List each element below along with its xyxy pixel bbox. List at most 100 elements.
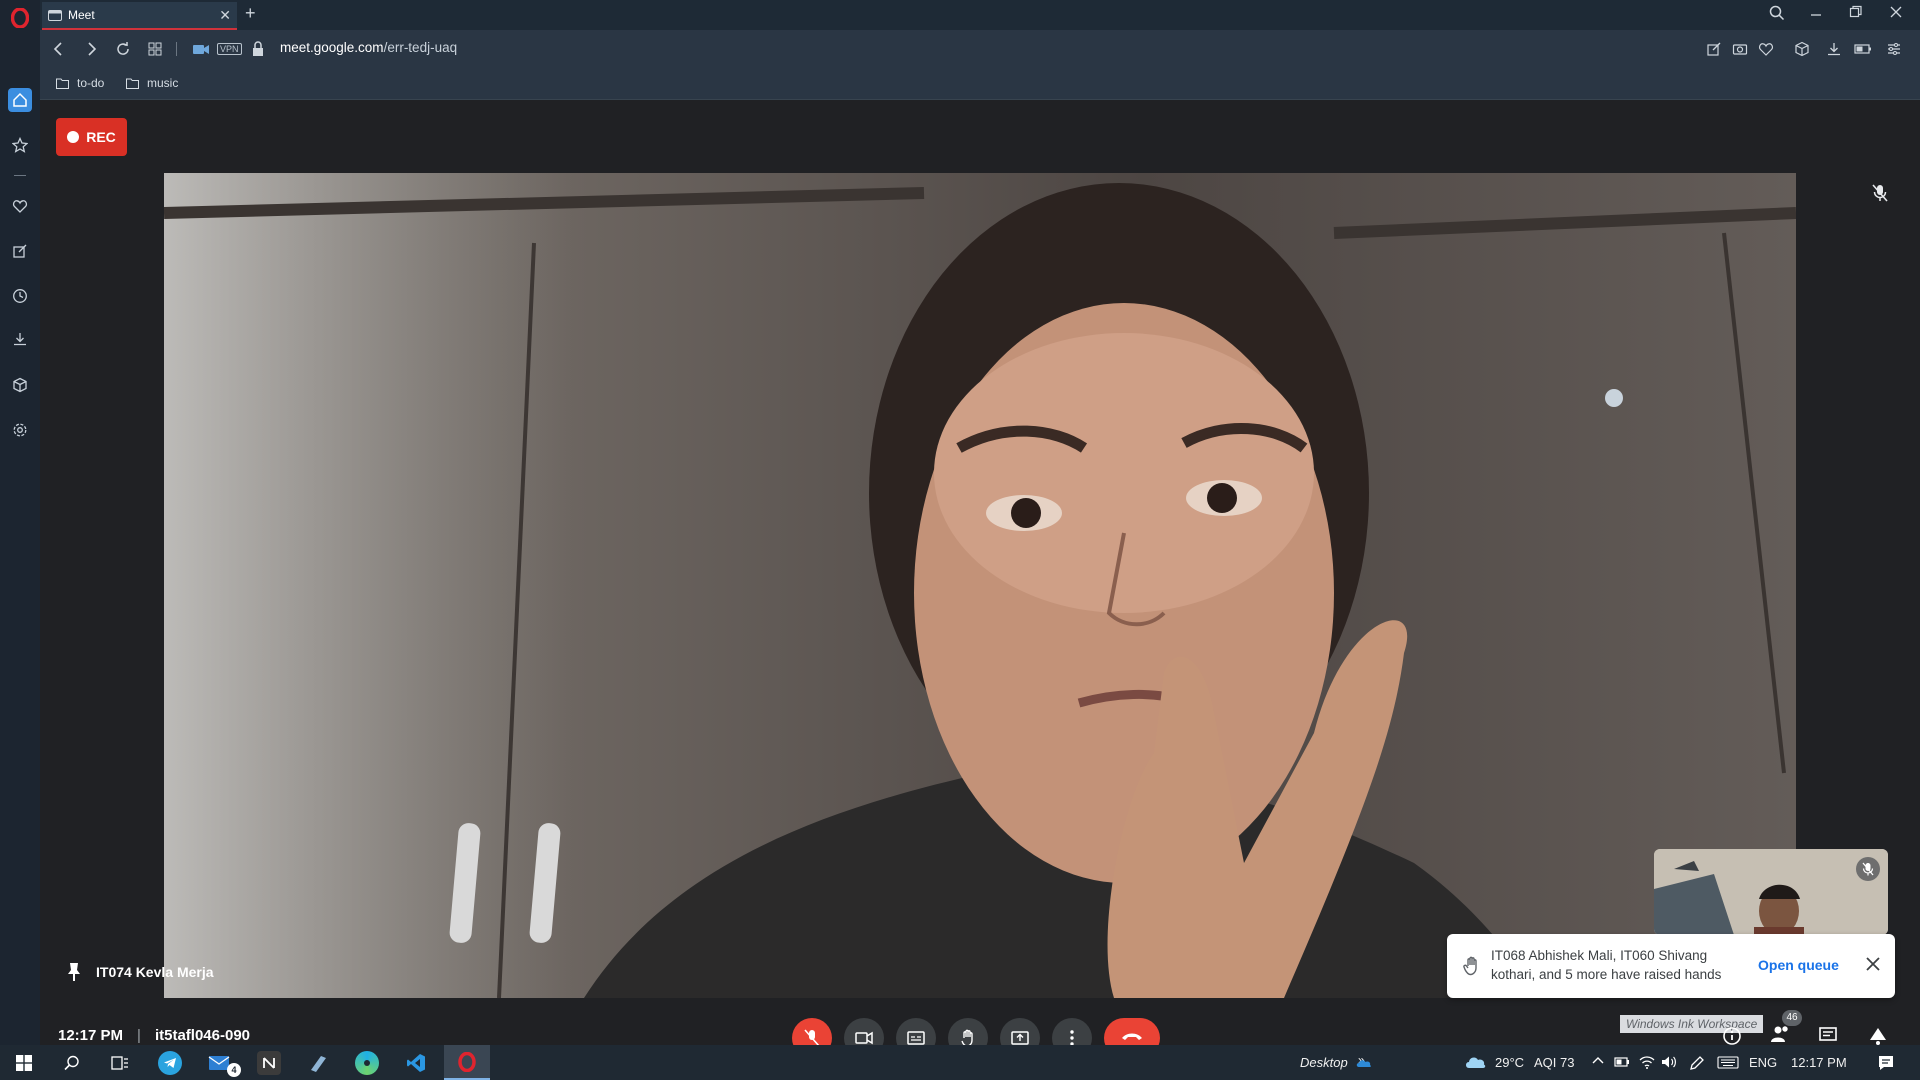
raised-hands-notification: IT068 Abhishek Mali, IT060 Shivang kotha… <box>1447 934 1895 998</box>
chat-icon[interactable] <box>1818 1026 1838 1046</box>
search-icon[interactable] <box>60 1051 84 1075</box>
reload-icon[interactable] <box>114 40 132 58</box>
touch-keyboard-icon[interactable] <box>1717 1056 1739 1069</box>
bookmark-heart-icon[interactable] <box>1758 41 1776 57</box>
present-icon <box>1011 1031 1029 1045</box>
battery-saver-icon[interactable] <box>1854 41 1872 57</box>
address-divider <box>176 42 177 56</box>
recording-dot-icon <box>67 131 80 143</box>
participant-video-image <box>164 173 1796 998</box>
tab-grid-icon[interactable] <box>146 40 164 58</box>
more-vert-icon <box>1070 1030 1074 1046</box>
extensions-icon[interactable] <box>1794 41 1812 57</box>
search-tabs-icon[interactable] <box>1769 5 1789 21</box>
mail-icon[interactable]: 4 <box>207 1051 241 1077</box>
tab-favicon-icon <box>48 9 62 21</box>
bookmark-label: to-do <box>77 76 105 90</box>
url-path: /err-tedj-uaq <box>383 40 458 55</box>
vpn-badge[interactable]: VPN <box>217 43 242 55</box>
meeting-time: 12:17 PM <box>58 1027 124 1044</box>
action-center-icon[interactable] <box>1877 1054 1895 1072</box>
restore-window-icon[interactable] <box>1849 5 1869 19</box>
settings-gear-icon[interactable] <box>8 418 32 442</box>
lock-icon[interactable] <box>250 40 268 58</box>
mic-off-indicator-icon <box>1872 184 1888 202</box>
speaker-name: IT074 Kevla Merja <box>96 964 214 980</box>
system-clock[interactable]: 12:17 PM <box>1791 1055 1847 1070</box>
recording-label: REC <box>86 129 116 145</box>
open-queue-button[interactable]: Open queue <box>1758 956 1839 975</box>
star-icon[interactable] <box>8 133 32 157</box>
wifi-icon[interactable] <box>1639 1055 1655 1069</box>
show-hidden-icons-chevron-icon[interactable] <box>1592 1055 1604 1067</box>
forward-arrow-icon[interactable] <box>82 40 100 58</box>
main-video-feed[interactable] <box>164 173 1796 998</box>
opera-logo-icon[interactable] <box>8 6 32 30</box>
people-icon[interactable] <box>1770 1024 1792 1044</box>
new-tab-button[interactable]: + <box>245 3 256 24</box>
tab-meet[interactable]: Meet ✕ <box>42 2 237 30</box>
notion-icon[interactable] <box>257 1051 281 1075</box>
pen-workspace-icon[interactable] <box>1689 1055 1705 1071</box>
back-arrow-icon[interactable] <box>50 40 68 58</box>
task-view-icon[interactable] <box>108 1051 132 1075</box>
tab-title: Meet <box>68 8 95 22</box>
close-notification-icon[interactable] <box>1865 956 1881 972</box>
bookmark-folder-to-do[interactable]: to-do <box>56 76 104 90</box>
sidebar-divider <box>14 175 26 176</box>
video-camera-icon <box>855 1031 873 1045</box>
weather-cloud-icon[interactable] <box>1464 1054 1486 1070</box>
home-icon[interactable] <box>8 88 32 112</box>
meeting-code: it5tafl046-090 <box>154 1027 251 1044</box>
url-domain: meet.google.com <box>280 40 384 55</box>
edit-snap-icon[interactable] <box>1706 41 1724 57</box>
bookmarks-bar: to-do music <box>40 68 1920 100</box>
telegram-icon[interactable] <box>158 1051 182 1075</box>
raised-hands-message: IT068 Abhishek Mali, IT060 Shivang kotha… <box>1491 948 1722 982</box>
people-count-badge: 46 <box>1782 1010 1802 1026</box>
pin-icon <box>68 963 80 981</box>
extensions-cube-icon[interactable] <box>8 373 32 397</box>
folder-icon <box>126 78 139 89</box>
folder-icon <box>56 78 69 89</box>
raised-hand-icon <box>1463 956 1477 976</box>
snapshot-camera-icon[interactable] <box>1732 41 1750 57</box>
windows-taskbar: 4 Desktop » 29°C AQI 73 ENG 12:17 PM <box>0 1045 1920 1080</box>
taskbar-opera-active[interactable] <box>444 1045 490 1080</box>
camera-in-use-icon[interactable] <box>192 40 210 58</box>
heart-icon[interactable] <box>8 194 32 218</box>
bookmark-folder-music[interactable]: music <box>126 76 178 90</box>
battery-icon[interactable] <box>1614 1056 1630 1068</box>
edge-browser-icon[interactable] <box>355 1051 379 1075</box>
minimize-window-icon[interactable] <box>1809 5 1829 19</box>
download-icon[interactable] <box>1826 41 1844 57</box>
phone-hangup-icon <box>1122 1033 1142 1040</box>
desktop-toolbar-label[interactable]: Desktop <box>1300 1055 1348 1070</box>
recording-badge: REC <box>56 118 127 156</box>
tab-close-icon[interactable]: ✕ <box>219 7 231 24</box>
close-window-icon[interactable] <box>1889 5 1909 19</box>
onedrive-icon[interactable] <box>1356 1058 1372 1068</box>
easy-setup-menu-icon[interactable] <box>1886 41 1904 57</box>
captions-icon <box>907 1031 925 1045</box>
bookmark-label: music <box>147 76 179 90</box>
air-quality-index[interactable]: AQI 73 <box>1534 1055 1574 1070</box>
history-icon[interactable] <box>8 284 32 308</box>
self-mic-off-icon[interactable] <box>1856 857 1880 881</box>
info-icon[interactable] <box>1722 1026 1742 1046</box>
windows-start-icon[interactable] <box>12 1051 36 1075</box>
notes-app-icon[interactable] <box>306 1051 330 1075</box>
weather-temperature[interactable]: 29°C <box>1495 1055 1524 1070</box>
speaker-name-label: IT074 Kevla Merja <box>66 962 214 982</box>
self-view-image <box>1654 849 1888 935</box>
activities-icon[interactable] <box>1868 1026 1888 1046</box>
volume-icon[interactable] <box>1661 1055 1677 1069</box>
tab-bar: Meet ✕ + <box>40 0 1920 30</box>
pinboard-icon[interactable] <box>8 239 32 263</box>
self-view-tile[interactable] <box>1654 849 1888 935</box>
input-language[interactable]: ENG <box>1749 1055 1777 1070</box>
downloads-icon[interactable] <box>8 327 32 351</box>
vscode-icon[interactable] <box>404 1051 428 1075</box>
meeting-info: 12:17 PM | it5tafl046-090 <box>58 1027 250 1044</box>
url-field[interactable]: meet.google.com/err-tedj-uaq <box>280 40 457 55</box>
